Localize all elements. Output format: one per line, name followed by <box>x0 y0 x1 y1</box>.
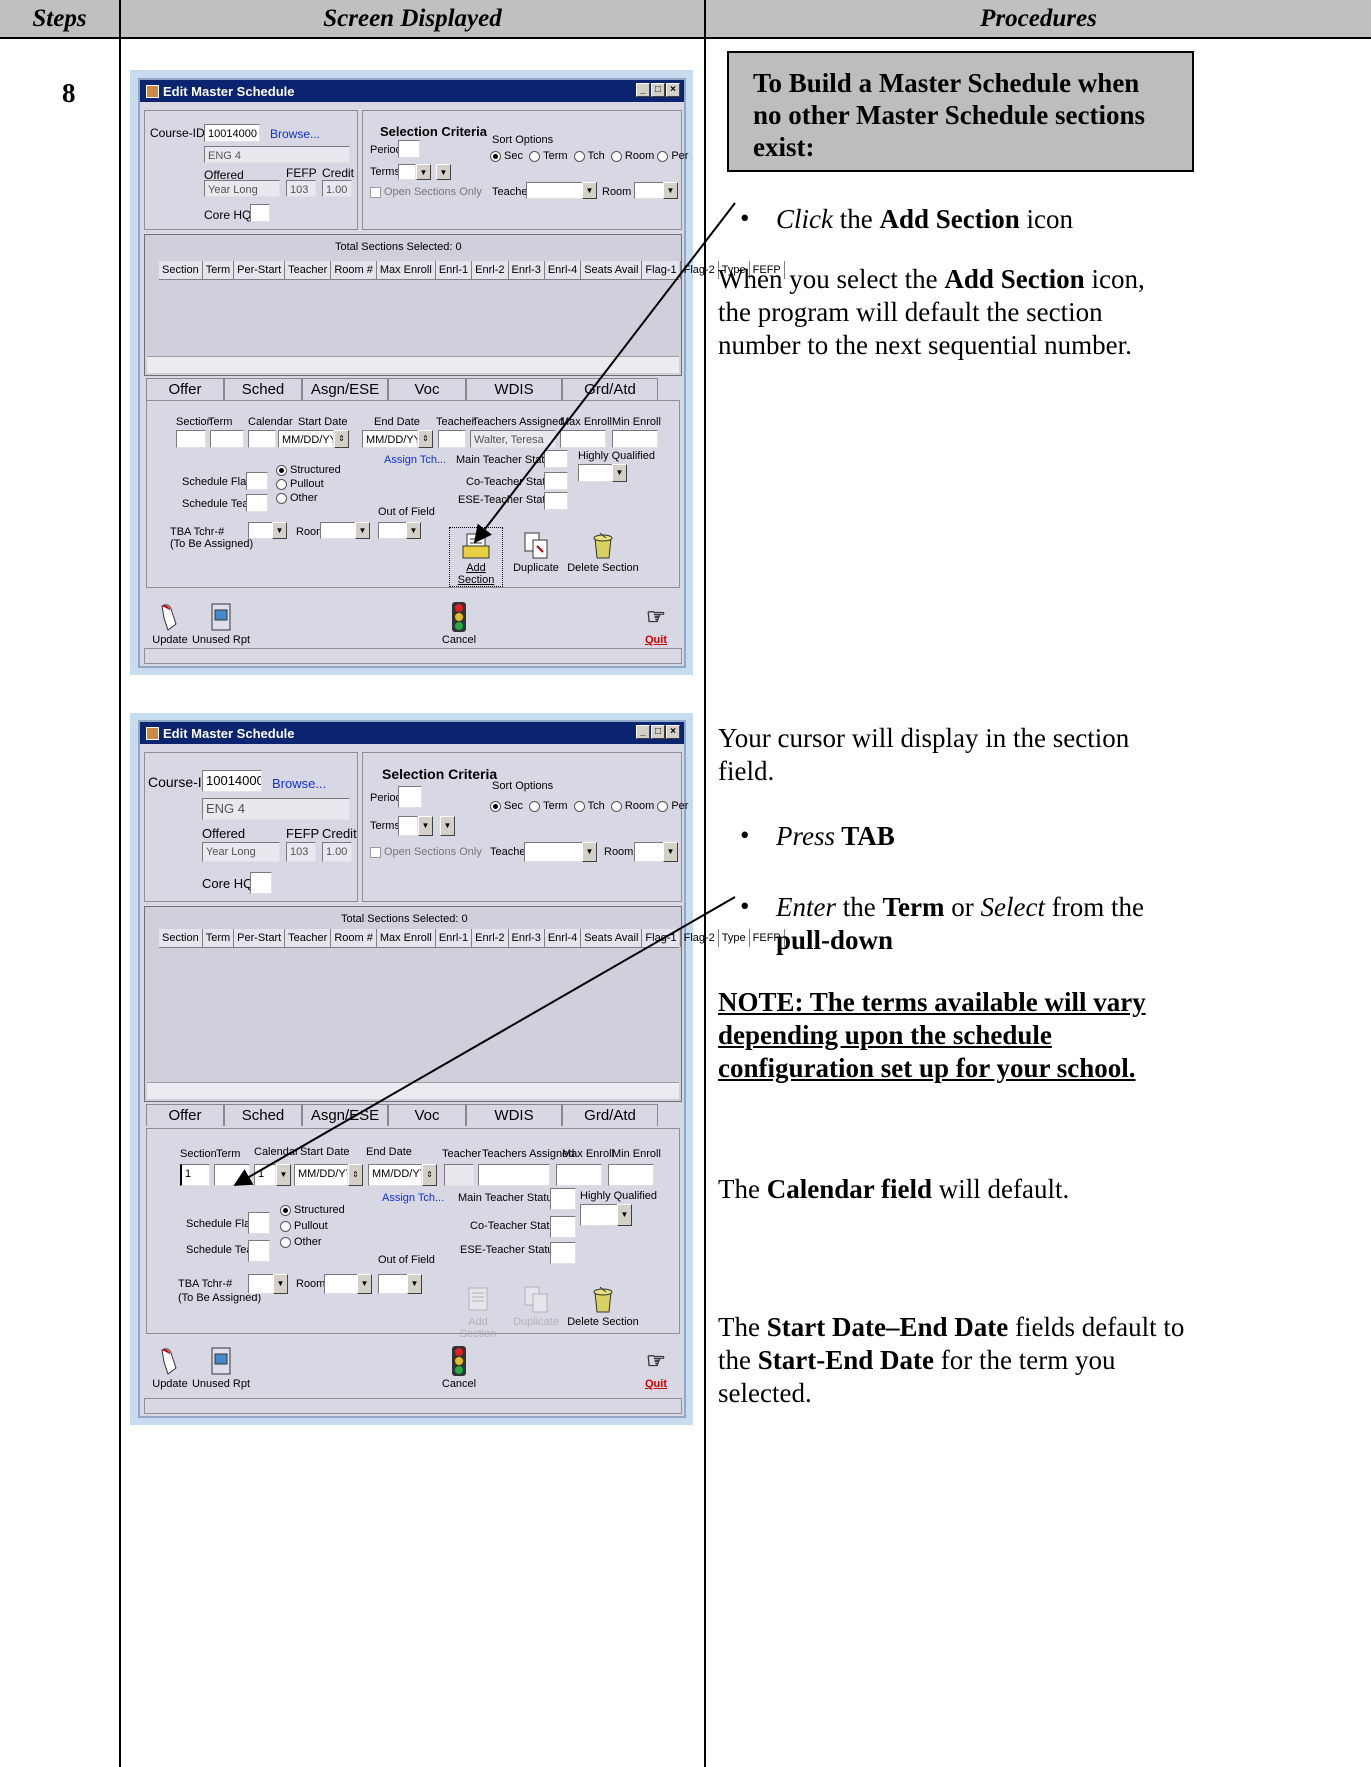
arrow-to-add-section <box>473 202 736 544</box>
arrow-to-term-field <box>233 896 736 1186</box>
arrow-overlay <box>233 202 736 1186</box>
